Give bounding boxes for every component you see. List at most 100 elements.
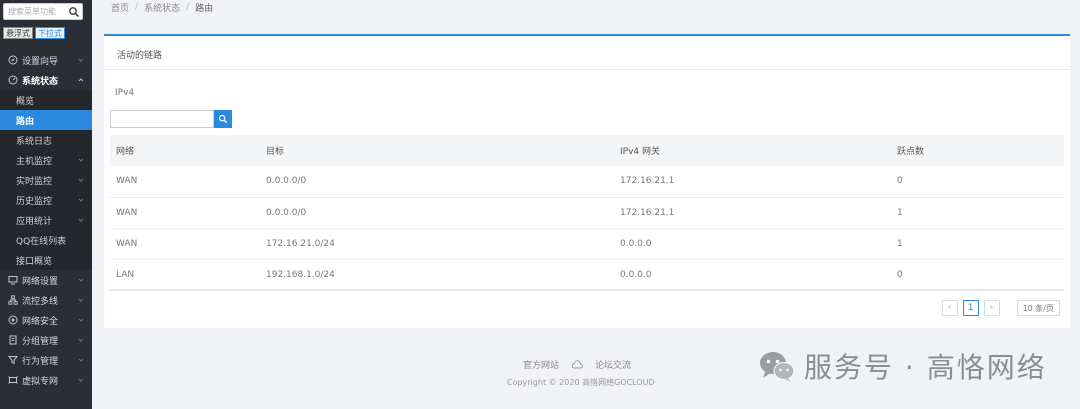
cell-gateway: 172.16.21.1	[620, 176, 675, 187]
watermark: 服务号 · 高恪网络	[758, 346, 1047, 386]
sidebar-subitem-app-stats[interactable]: 应用统计	[0, 210, 92, 230]
chevron-down-icon	[78, 218, 84, 222]
gauge-icon	[8, 75, 18, 85]
table-scrollbar[interactable]	[110, 289, 1064, 291]
sidebar: 搜索菜单功能 悬浮式 下拉式 设置向导 系统状态 概览 路由 系统日志 主机监控…	[0, 0, 92, 409]
sidebar-subitem-history-monitor[interactable]: 历史监控	[0, 190, 92, 210]
table-header-row: 网络 目标 IPv4 网关 跃点数	[110, 135, 1064, 166]
chevron-down-icon	[78, 338, 84, 342]
cell-network: WAN	[116, 176, 138, 187]
page-size-select[interactable]: 10 条/页	[1016, 300, 1060, 316]
sidebar-subitem-routing[interactable]: 路由	[0, 110, 92, 130]
chevron-down-icon	[78, 178, 84, 182]
compass-icon	[8, 55, 18, 65]
sidebar-subitem-label: 应用统计	[16, 216, 53, 227]
sidebar-item-setup-wizard[interactable]: 设置向导	[0, 50, 92, 70]
sidebar-item-network-security[interactable]: 网络安全	[0, 310, 92, 330]
network-icon	[8, 295, 18, 305]
table-row: WAN 0.0.0.0/0 172.16.21.1 0	[110, 166, 1064, 197]
chevron-down-icon	[78, 298, 84, 302]
sidebar-subitem-label: 路由	[16, 116, 35, 127]
chevron-down-icon	[78, 198, 84, 202]
cell-metric: 0	[897, 176, 903, 187]
sidebar-item-label: 分组管理	[22, 336, 59, 347]
sidebar-subitem-overview[interactable]: 概览	[0, 90, 92, 110]
watermark-text: 服务号 · 高恪网络	[804, 351, 1047, 384]
sidebar-subitem-realtime-monitor[interactable]: 实时监控	[0, 170, 92, 190]
pagination-prev-button[interactable]: ‹	[941, 300, 958, 316]
sidebar-subitem-qq-online[interactable]: QQ在线列表	[0, 230, 92, 250]
sidebar-item-network-settings[interactable]: 网络设置	[0, 270, 92, 290]
sidebar-item-label: 设置向导	[22, 56, 59, 67]
pagination: ‹ 1 › 10 条/页	[941, 300, 1060, 316]
breadcrumb-separator: /	[186, 2, 190, 12]
cell-metric: 1	[897, 207, 903, 218]
chevron-down-icon	[78, 378, 84, 382]
cell-network: WAN	[116, 207, 138, 218]
ipv4-section-label: IPv4	[115, 88, 135, 98]
pagination-page-button[interactable]: 1	[962, 300, 979, 316]
chevron-up-icon	[78, 78, 84, 82]
sidebar-item-label: 网络设置	[22, 276, 59, 287]
column-header-gateway[interactable]: IPv4 网关	[614, 135, 891, 166]
cell-network: WAN	[116, 238, 138, 249]
sidebar-item-vpn[interactable]: 虚拟专网	[0, 370, 92, 390]
panel-divider	[104, 69, 1070, 70]
route-search-input[interactable]	[110, 110, 214, 128]
column-header-metric[interactable]: 跃点数	[891, 135, 1064, 166]
sidebar-nav: 设置向导 系统状态 概览 路由 系统日志 主机监控 实时监控 历史监控 应用统计…	[0, 50, 92, 390]
table-row: WAN 0.0.0.0/0 172.16.21.1 1	[110, 197, 1064, 228]
cell-gateway: 0.0.0.0	[620, 269, 652, 280]
sidebar-item-label: 流控多线	[22, 296, 59, 307]
mode-dropdown-button[interactable]: 下拉式	[35, 27, 65, 39]
cell-network: LAN	[116, 269, 135, 280]
menu-search-box[interactable]: 搜索菜单功能	[3, 3, 83, 20]
chevron-down-icon	[78, 358, 84, 362]
routes-table: 网络 目标 IPv4 网关 跃点数 WAN 0.0.0.0/0 172.16.2…	[110, 135, 1064, 291]
column-header-destination[interactable]: 目标	[260, 135, 614, 166]
cell-destination: 172.16.21.0/24	[266, 238, 335, 249]
cell-destination: 0.0.0.0/0	[266, 207, 307, 218]
sidebar-subitem-system-log[interactable]: 系统日志	[0, 130, 92, 150]
sidebar-item-label: 网络安全	[22, 316, 59, 327]
footer-link-forum[interactable]: 论坛交流	[595, 358, 631, 371]
column-header-network[interactable]: 网络	[110, 135, 260, 166]
search-icon[interactable]	[68, 6, 80, 18]
shield-icon	[8, 315, 18, 325]
sidebar-subitem-label: QQ在线列表	[16, 236, 67, 247]
cell-destination: 192.168.1.0/24	[266, 269, 335, 280]
route-filter	[110, 110, 232, 128]
wechat-icon	[760, 352, 795, 382]
sidebar-item-behavior-management[interactable]: 行为管理	[0, 350, 92, 370]
sidebar-subitem-label: 概览	[16, 96, 35, 107]
panel-title: 活动的链路	[117, 51, 163, 61]
chevron-down-icon	[78, 278, 84, 282]
sidebar-item-label: 行为管理	[22, 356, 59, 367]
footer-link-official-site[interactable]: 官方网站	[523, 358, 559, 371]
routes-panel: 活动的链路 IPv4 网络 目标 IPv4 网关 跃点数 WAN 0.0.0.0…	[104, 34, 1070, 328]
cell-gateway: 172.16.21.1	[620, 207, 675, 218]
search-icon	[218, 114, 228, 124]
sidebar-item-flow-control[interactable]: 流控多线	[0, 290, 92, 310]
mode-floating-button[interactable]: 悬浮式	[3, 27, 33, 39]
sidebar-subitem-host-monitor[interactable]: 主机监控	[0, 150, 92, 170]
sidebar-item-system-status[interactable]: 系统状态	[0, 70, 92, 90]
breadcrumb-home[interactable]: 首页	[111, 1, 129, 14]
sidebar-item-label: 系统状态	[22, 76, 59, 87]
sidebar-item-group-management[interactable]: 分组管理	[0, 330, 92, 350]
route-search-button[interactable]	[214, 110, 232, 128]
sidebar-item-label: 虚拟专网	[22, 376, 59, 387]
sidebar-subitem-label: 主机监控	[16, 156, 53, 167]
chevron-down-icon	[78, 158, 84, 162]
pagination-next-button[interactable]: ›	[983, 300, 1000, 316]
menu-search-input[interactable]: 搜索菜单功能	[4, 6, 68, 17]
sidebar-subitem-interface-overview[interactable]: 接口概览	[0, 250, 92, 270]
filter-icon	[8, 356, 18, 365]
cell-destination: 0.0.0.0/0	[266, 176, 307, 187]
sidebar-subitem-label: 实时监控	[16, 176, 53, 187]
sidebar-subitem-label: 接口概览	[16, 256, 53, 267]
table-row: WAN 172.16.21.0/24 0.0.0.0 1	[110, 228, 1064, 259]
cell-metric: 0	[897, 269, 903, 280]
chevron-down-icon	[78, 318, 84, 322]
breadcrumb-section[interactable]: 系统状态	[144, 1, 180, 14]
